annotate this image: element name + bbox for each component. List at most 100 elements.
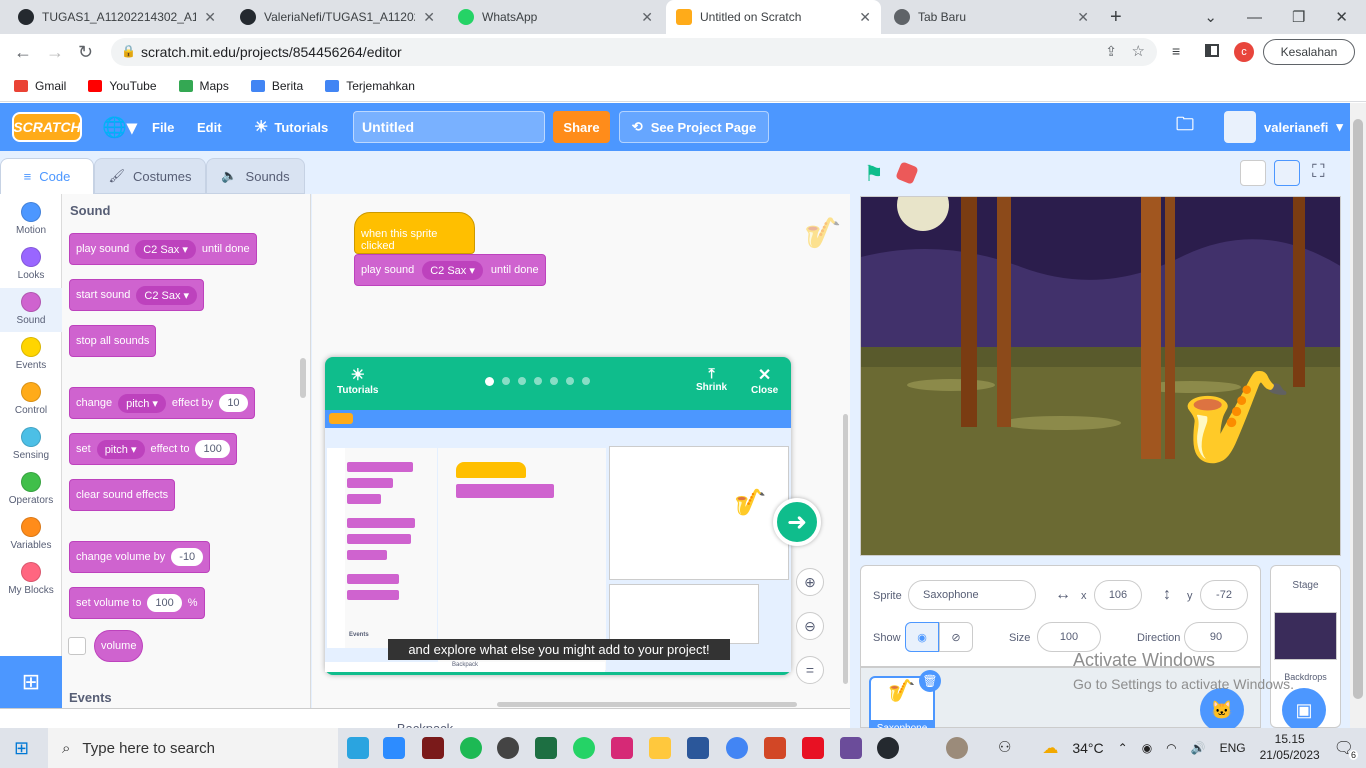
close-tutorial-button[interactable]: ✕ Close (751, 365, 778, 396)
tab-github-2[interactable]: ValeriaNefi/TUGAS1_A112022 ✕ (230, 0, 445, 34)
app-icon[interactable] (840, 737, 862, 759)
media-icon[interactable]: ≡ (1172, 43, 1180, 59)
people-icon[interactable]: ⚇ (998, 738, 1011, 756)
category-sensing[interactable]: Sensing (0, 427, 62, 461)
url-bar[interactable]: 🔒 scratch.mit.edu/projects/854456264/edi… (111, 38, 1157, 66)
step-dot[interactable] (566, 377, 574, 385)
zoom-in-icon[interactable]: ⊕ (796, 568, 824, 596)
media-player-icon[interactable] (497, 737, 519, 759)
temperature[interactable]: 34°C (1072, 740, 1103, 756)
chevron-up-icon[interactable]: ⌃ (1118, 741, 1128, 755)
tab-code[interactable]: ≡ Code (0, 158, 94, 194)
close-icon[interactable]: ✕ (641, 9, 653, 26)
powerpoint-icon[interactable] (764, 737, 786, 759)
step-dot[interactable] (550, 377, 558, 385)
scratch-logo[interactable]: SCRATCH (12, 112, 82, 142)
close-icon[interactable]: ✕ (1077, 9, 1089, 26)
category-variables[interactable]: Variables (0, 517, 62, 551)
block-change-effect[interactable]: change pitch ▾ effect by 10 (69, 387, 255, 419)
globe-icon[interactable]: 🌐▾ (102, 103, 137, 151)
show-hidden-button[interactable]: ⊘ (939, 622, 973, 652)
folder-icon[interactable]: 🗀 (1176, 103, 1194, 151)
palette-scrollbar[interactable] (300, 358, 306, 398)
reload-icon[interactable]: ↻ (78, 42, 93, 63)
reporter-volume[interactable]: volume (94, 630, 144, 662)
block-stop-all-sounds[interactable]: stop all sounds (69, 325, 157, 357)
user-menu[interactable]: valerianefi ▾ (1224, 103, 1343, 151)
hat-when-sprite-clicked[interactable]: when this sprite clicked (354, 212, 475, 254)
share-button[interactable]: Share (553, 111, 610, 143)
y-input[interactable]: -72 (1200, 580, 1248, 610)
step-dot[interactable] (518, 377, 526, 385)
script-play-sound[interactable]: play sound C2 Sax ▾ until done (354, 254, 546, 286)
next-step-button[interactable]: ➜ (773, 498, 821, 546)
tab-new[interactable]: Tab Baru ✕ (884, 0, 1099, 34)
category-control[interactable]: Control (0, 382, 62, 416)
shrink-button[interactable]: ⤒ Shrink (696, 365, 727, 393)
close-icon[interactable]: ✕ (204, 9, 216, 26)
chevron-down-icon[interactable]: ⌄ (1204, 8, 1217, 26)
sound-dropdown[interactable]: C2 Sax ▾ (136, 285, 198, 305)
tab-whatsapp[interactable]: WhatsApp ✕ (448, 0, 663, 34)
bookmark-translate[interactable]: Terjemahkan (325, 79, 415, 93)
block-set-effect[interactable]: set pitch ▾ effect to 100 (69, 433, 237, 465)
backdrop-thumbnail[interactable] (1274, 612, 1337, 660)
new-tab-icon[interactable]: + (1110, 6, 1122, 29)
notification-icon[interactable]: 🗨 6 (1334, 738, 1358, 760)
volume-icon[interactable]: 🔊 (1191, 741, 1206, 755)
size-input[interactable]: 100 (1037, 622, 1101, 652)
close-window-icon[interactable]: ✕ (1335, 8, 1348, 26)
sidepanel-icon[interactable] (1205, 44, 1219, 57)
number-input[interactable]: 100 (195, 440, 230, 458)
taskbar-search[interactable]: ⌕ Type here to search (48, 728, 338, 768)
step-dot[interactable] (534, 377, 542, 385)
star-icon[interactable]: ☆ (1132, 42, 1145, 60)
stage-canvas[interactable]: 🎷 (860, 196, 1341, 556)
category-events[interactable]: Events (0, 337, 62, 371)
step-dot[interactable] (502, 377, 510, 385)
close-icon[interactable]: ✕ (859, 9, 871, 26)
clock[interactable]: 15.15 21/05/2023 (1260, 732, 1320, 763)
menu-edit[interactable]: Edit (197, 103, 222, 151)
add-sprite-button[interactable]: 🐱 (1200, 688, 1244, 732)
bookmark-gmail[interactable]: Gmail (14, 79, 66, 93)
number-input[interactable]: 10 (219, 394, 248, 412)
wifi-icon[interactable]: ◠ (1166, 741, 1176, 755)
effect-dropdown[interactable]: pitch ▾ (96, 439, 145, 459)
telegram-icon[interactable] (347, 737, 369, 759)
file-explorer-icon[interactable] (649, 737, 671, 759)
tab-scratch[interactable]: Untitled on Scratch ✕ (666, 0, 881, 34)
see-project-page-button[interactable]: ⟲ See Project Page (619, 111, 769, 143)
close-icon[interactable]: ✕ (423, 9, 435, 26)
forward-icon[interactable]: → (46, 42, 64, 63)
small-stage-icon[interactable] (1240, 160, 1266, 186)
script-scrollbar-vertical[interactable] (843, 414, 848, 684)
back-icon[interactable]: ← (14, 42, 32, 63)
step-dot-active[interactable] (485, 377, 494, 386)
chrome-icon[interactable] (726, 737, 748, 759)
instagram-icon[interactable] (611, 737, 633, 759)
show-visible-button[interactable]: ◉ (905, 622, 939, 652)
sound-dropdown[interactable]: C2 Sax ▾ (135, 239, 196, 259)
large-stage-icon[interactable] (1274, 160, 1300, 186)
zoom-icon[interactable] (383, 737, 405, 759)
saxophone-sprite-icon[interactable]: 🎷 (1181, 373, 1293, 463)
category-myblocks[interactable]: My Blocks (0, 562, 62, 596)
green-flag-icon[interactable]: ⚑ (864, 161, 884, 187)
script-scrollbar-horizontal[interactable] (497, 702, 797, 707)
category-motion[interactable]: Motion (0, 202, 62, 236)
tutorials-button[interactable]: ☀ Tutorials (337, 365, 378, 396)
zoom-reset-icon[interactable]: = (796, 656, 824, 684)
block-clear-sound-effects[interactable]: clear sound effects (69, 479, 176, 511)
block-set-volume[interactable]: set volume to 100 % (69, 587, 205, 619)
office-icon[interactable] (802, 737, 824, 759)
github-desktop-icon[interactable] (877, 737, 899, 759)
spotify-icon[interactable] (460, 737, 482, 759)
bookmark-youtube[interactable]: YouTube (88, 79, 157, 93)
block-start-sound[interactable]: start sound C2 Sax ▾ (69, 279, 205, 311)
tab-github-1[interactable]: TUGAS1_A11202214302_A11 ✕ (8, 0, 226, 34)
fullscreen-icon[interactable]: ⛶ (1312, 161, 1325, 182)
sound-dropdown[interactable]: C2 Sax ▾ (422, 260, 483, 280)
user-photo-icon[interactable] (946, 737, 968, 759)
whatsapp-icon[interactable] (573, 737, 595, 759)
